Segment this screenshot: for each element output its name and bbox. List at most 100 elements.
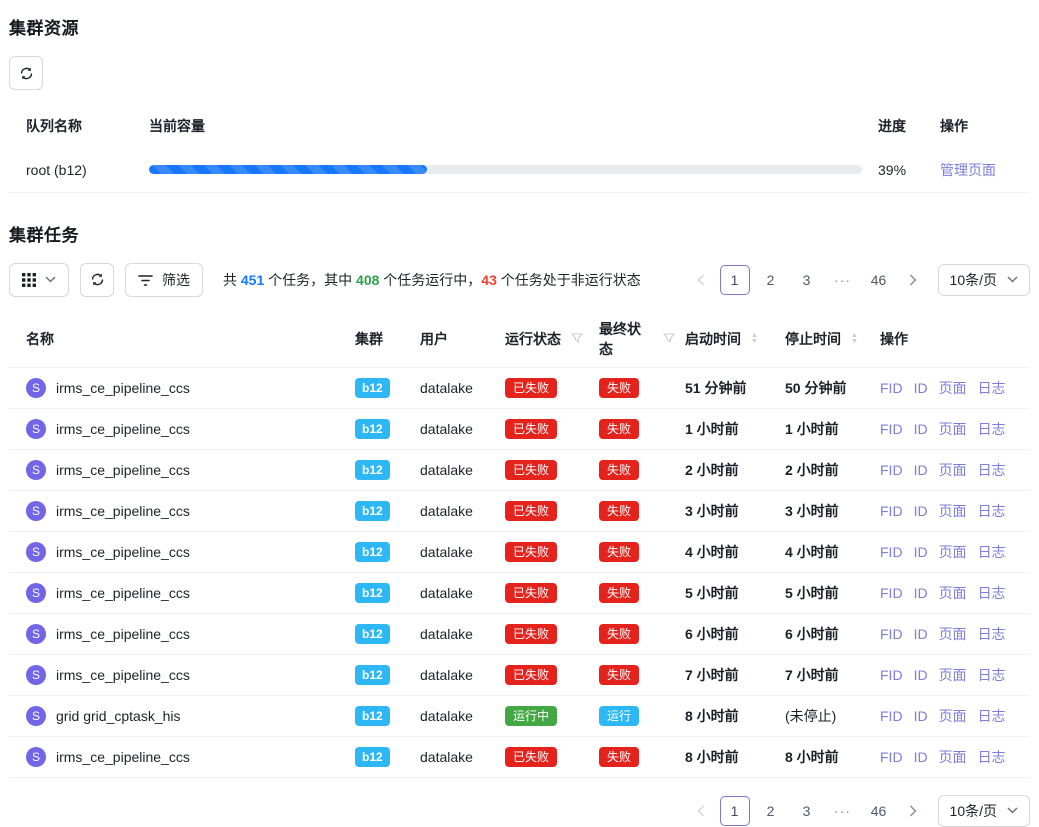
layout-dropdown-button[interactable] (9, 263, 69, 297)
task-avatar: S (26, 378, 46, 398)
task-row: S irms_ce_pipeline_ccs b12 datalake 已失败 … (9, 490, 1030, 531)
action-link-页面[interactable]: 页面 (939, 544, 967, 560)
pagination-ellipsis[interactable]: ··· (828, 796, 858, 826)
run-status-tag: 已失败 (505, 542, 557, 562)
page: 集群资源 队列名称 当前容量 进度 操作 root (b12) (0, 0, 1039, 827)
action-link-日志[interactable]: 日志 (978, 503, 1006, 519)
pagination-prev[interactable] (688, 796, 714, 826)
pagination-ellipsis[interactable]: ··· (828, 265, 858, 295)
final-status-tag: 运行 (599, 706, 639, 726)
action-link-页面[interactable]: 页面 (939, 626, 967, 642)
action-link-fid[interactable]: FID (880, 380, 903, 396)
queue-name: root (b12) (9, 148, 149, 192)
pagination-next[interactable] (900, 796, 926, 826)
page-size-select[interactable]: 10条/页 (938, 795, 1030, 827)
resources-refresh-button[interactable] (9, 56, 43, 90)
action-link-id[interactable]: ID (914, 626, 928, 642)
stop-time: 7 小时前 (785, 654, 880, 695)
action-link-id[interactable]: ID (914, 544, 928, 560)
action-link-日志[interactable]: 日志 (978, 421, 1006, 437)
pagination-page-46[interactable]: 46 (864, 265, 894, 295)
pagination-page-1[interactable]: 1 (720, 265, 750, 295)
task-actions: FID ID 页面日志 (880, 736, 1030, 777)
task-avatar: S (26, 583, 46, 603)
action-link-页面[interactable]: 页面 (939, 585, 967, 601)
final-status-tag: 失败 (599, 501, 639, 521)
action-link-页面[interactable]: 页面 (939, 462, 967, 478)
action-link-页面[interactable]: 页面 (939, 503, 967, 519)
pagination-prev[interactable] (688, 265, 714, 295)
pagination-page-46[interactable]: 46 (864, 796, 894, 826)
sync-icon (90, 272, 105, 287)
action-link-id[interactable]: ID (914, 462, 928, 478)
capacity-progress-fill (149, 165, 427, 174)
task-name: irms_ce_pipeline_ccs (56, 462, 190, 478)
action-link-fid[interactable]: FID (880, 503, 903, 519)
task-user: datalake (420, 421, 473, 437)
col-task-actions: 操作 (880, 311, 1030, 368)
action-link-fid[interactable]: FID (880, 544, 903, 560)
task-avatar: S (26, 542, 46, 562)
final-status-tag: 失败 (599, 419, 639, 439)
task-user: datalake (420, 503, 473, 519)
pagination-page-2[interactable]: 2 (756, 796, 786, 826)
action-link-id[interactable]: ID (914, 585, 928, 601)
action-link-id[interactable]: ID (914, 708, 928, 724)
start-time: 4 小时前 (685, 531, 785, 572)
action-link-日志[interactable]: 日志 (978, 626, 1006, 642)
task-avatar: S (26, 419, 46, 439)
action-link-id[interactable]: ID (914, 380, 928, 396)
action-link-日志[interactable]: 日志 (978, 544, 1006, 560)
tasks-refresh-button[interactable] (80, 263, 114, 297)
action-link-id[interactable]: ID (914, 667, 928, 683)
action-link-页面[interactable]: 页面 (939, 380, 967, 396)
action-link-fid[interactable]: FID (880, 626, 903, 642)
action-link-fid[interactable]: FID (880, 708, 903, 724)
final-status-tag: 失败 (599, 665, 639, 685)
task-name: irms_ce_pipeline_ccs (56, 626, 190, 642)
action-link-日志[interactable]: 日志 (978, 380, 1006, 396)
action-link-id[interactable]: ID (914, 749, 928, 765)
action-link-id[interactable]: ID (914, 421, 928, 437)
action-link-fid[interactable]: FID (880, 421, 903, 437)
page-size-select[interactable]: 10条/页 (938, 264, 1030, 296)
manage-page-link[interactable]: 管理页面 (940, 162, 996, 178)
sort-caret-icon[interactable]: ▲▼ (851, 333, 858, 345)
task-user: datalake (420, 667, 473, 683)
filter-funnel-icon[interactable] (571, 333, 583, 344)
cluster-resources-title: 集群资源 (9, 14, 1030, 39)
col-user: 用户 (420, 311, 505, 368)
action-link-fid[interactable]: FID (880, 667, 903, 683)
action-link-fid[interactable]: FID (880, 749, 903, 765)
filter-funnel-icon[interactable] (663, 333, 675, 344)
cluster-badge: b12 (355, 542, 390, 562)
action-link-页面[interactable]: 页面 (939, 708, 967, 724)
task-avatar: S (26, 665, 46, 685)
pagination-page-3[interactable]: 3 (792, 796, 822, 826)
task-actions: FID ID 页面日志 (880, 449, 1030, 490)
action-link-fid[interactable]: FID (880, 462, 903, 478)
filter-lines-icon (138, 273, 153, 286)
run-status-tag: 已失败 (505, 583, 557, 603)
action-link-日志[interactable]: 日志 (978, 749, 1006, 765)
action-link-日志[interactable]: 日志 (978, 708, 1006, 724)
action-link-id[interactable]: ID (914, 503, 928, 519)
pagination-page-1[interactable]: 1 (720, 796, 750, 826)
pagination-next[interactable] (900, 265, 926, 295)
action-link-fid[interactable]: FID (880, 585, 903, 601)
task-user: datalake (420, 380, 473, 396)
start-time: 8 小时前 (685, 736, 785, 777)
action-link-页面[interactable]: 页面 (939, 421, 967, 437)
task-avatar: S (26, 706, 46, 726)
pagination-page-3[interactable]: 3 (792, 265, 822, 295)
action-link-日志[interactable]: 日志 (978, 585, 1006, 601)
action-link-日志[interactable]: 日志 (978, 462, 1006, 478)
pagination-page-2[interactable]: 2 (756, 265, 786, 295)
action-link-页面[interactable]: 页面 (939, 667, 967, 683)
cluster-badge: b12 (355, 460, 390, 480)
sort-caret-icon[interactable]: ▲▼ (751, 333, 758, 345)
start-time: 3 小时前 (685, 490, 785, 531)
action-link-页面[interactable]: 页面 (939, 749, 967, 765)
filter-button[interactable]: 筛选 (125, 263, 203, 297)
action-link-日志[interactable]: 日志 (978, 667, 1006, 683)
